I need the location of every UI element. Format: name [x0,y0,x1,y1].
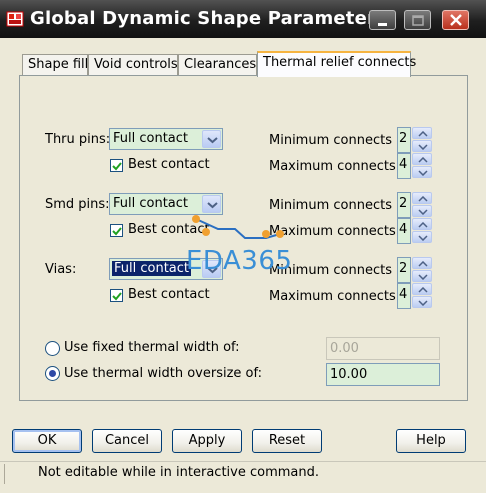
title-bar[interactable]: Global Dynamic Shape Parameters [0,0,486,38]
chevron-down-icon[interactable] [202,195,221,213]
spin-down-button[interactable] [412,205,432,217]
dialog-window: Global Dynamic Shape Parameters Shape fi… [0,0,486,493]
oversize-width-label: Use thermal width oversize of: [64,366,262,381]
arrow-down-icon [418,209,428,215]
maximize-button[interactable] [404,10,431,30]
smd-pins-min-spinner[interactable]: 2 [397,192,435,218]
smd-pins-best-contact-checkbox[interactable] [110,224,123,237]
oversize-width-radio[interactable] [45,366,60,381]
vias-max-label: Maximum connects [269,289,396,304]
vias-best-contact-label: Best contact [128,287,210,302]
tab-shape-fill[interactable]: Shape fill [22,54,88,76]
thru-pins-max-value[interactable]: 4 [397,153,411,179]
thru-pins-min-spinner[interactable]: 2 [397,127,435,153]
close-icon [450,14,462,26]
window-title: Global Dynamic Shape Parameters [30,8,388,29]
close-button[interactable] [442,10,469,30]
arrow-up-icon [418,196,428,202]
spin-up-button[interactable] [412,153,432,165]
tab-void-controls[interactable]: Void controls [88,54,178,76]
thru-pins-max-spinner[interactable]: 4 [397,153,435,179]
thru-pins-best-contact-checkbox[interactable] [110,159,123,172]
smd-pins-min-value[interactable]: 2 [397,192,411,218]
vias-max-spinner[interactable]: 4 [397,283,435,309]
watermark-logo: EDA365 [186,246,293,276]
watermark-trace-graphic [192,215,284,239]
status-message: Not editable while in interactive comman… [38,465,319,480]
cancel-button[interactable]: Cancel [92,429,162,453]
vias-label: Vias: [45,262,77,277]
smd-pins-min-label: Minimum connects [269,198,392,213]
maximize-icon [412,15,424,26]
reset-button[interactable]: Reset [252,429,322,453]
spin-down-button[interactable] [412,296,432,308]
vias-combo-value: Full contact [112,261,192,276]
thru-pins-min-value[interactable]: 2 [397,127,411,153]
spin-up-button[interactable] [412,283,432,295]
arrow-down-icon [418,170,428,176]
spin-up-button[interactable] [412,257,432,269]
spin-down-button[interactable] [412,231,432,243]
checkmark-icon [112,292,122,301]
smd-pins-combo[interactable]: Full contact [109,193,223,215]
thru-pins-combo-value: Full contact [113,131,189,146]
thru-pins-best-contact-label: Best contact [128,157,210,172]
smd-pins-max-spinner[interactable]: 4 [397,218,435,244]
minimize-icon [378,23,387,26]
app-icon [6,11,24,27]
spin-down-button[interactable] [412,166,432,178]
thru-pins-max-label: Maximum connects [269,159,396,174]
spin-up-button[interactable] [412,218,432,230]
spin-up-button[interactable] [412,127,432,139]
arrow-down-icon [418,235,428,241]
arrow-up-icon [418,287,428,293]
vias-min-value[interactable]: 2 [397,257,411,283]
checkmark-icon [112,162,122,171]
status-bar: Not editable while in interactive comman… [0,461,486,485]
tab-thermal-relief-connects[interactable]: Thermal relief connects [257,51,416,77]
tab-clearances[interactable]: Clearances [178,54,257,76]
vias-best-contact-checkbox[interactable] [110,289,123,302]
arrow-up-icon [418,222,428,228]
fixed-width-label: Use fixed thermal width of: [64,340,240,355]
ok-button[interactable]: OK [12,429,82,453]
apply-button[interactable]: Apply [172,429,242,453]
minimize-button[interactable] [369,10,396,30]
oversize-width-field[interactable]: 10.00 [326,363,440,386]
arrow-down-icon [418,274,428,280]
chevron-down-icon[interactable] [202,130,221,148]
arrow-down-icon [418,300,428,306]
arrow-up-icon [418,131,428,137]
smd-pins-combo-value: Full contact [113,196,189,211]
thru-pins-combo[interactable]: Full contact [109,128,223,150]
checkmark-icon [112,227,122,236]
arrow-down-icon [418,144,428,150]
vias-min-spinner[interactable]: 2 [397,257,435,283]
smd-pins-label: Smd pins: [45,197,110,212]
spin-down-button[interactable] [412,270,432,282]
spin-up-button[interactable] [412,192,432,204]
arrow-up-icon [418,157,428,163]
vias-max-value[interactable]: 4 [397,283,411,309]
arrow-up-icon [418,261,428,267]
fixed-width-radio[interactable] [45,341,60,356]
smd-pins-max-value[interactable]: 4 [397,218,411,244]
fixed-width-field[interactable]: 0.00 [326,337,440,360]
thru-pins-label: Thru pins: [45,132,111,147]
thru-pins-min-label: Minimum connects [269,133,392,148]
help-button[interactable]: Help [396,429,466,453]
spin-down-button[interactable] [412,140,432,152]
